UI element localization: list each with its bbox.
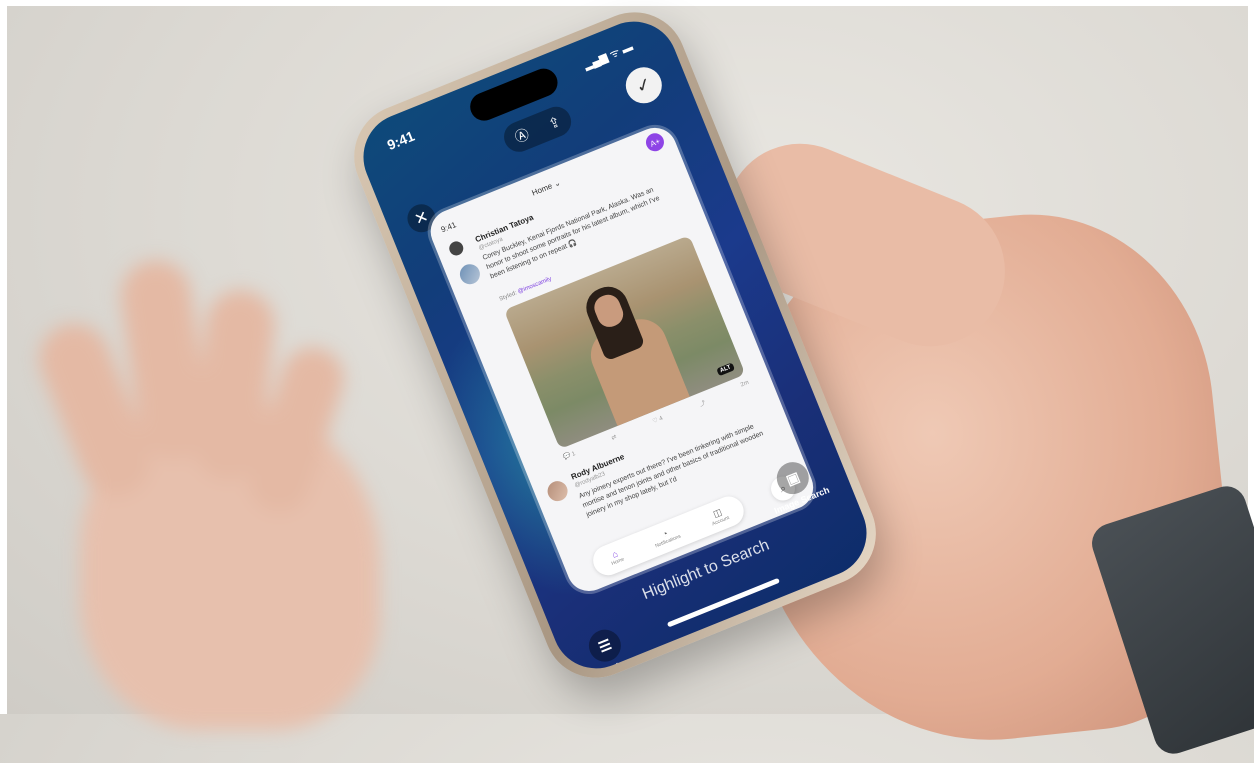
card-time: 9:41 [439, 220, 458, 235]
status-icons: ▂▄▆ ᯤ ▬ [582, 41, 635, 72]
blurred-left-hand [28, 250, 400, 730]
share-icon: ⤴ [698, 400, 707, 409]
markup-icon[interactable]: Ⓐ [512, 124, 532, 148]
like-count: ♡ 4 [651, 415, 664, 426]
avatar [456, 261, 483, 288]
compose-icon: A+ [643, 130, 667, 154]
card-home-menu: Home ⌄ [530, 177, 562, 198]
post-photo: ALT [503, 235, 746, 450]
frame-top [0, 0, 1254, 6]
close-icon: ✕ [412, 208, 432, 230]
post-body: Any joinery experts out there? I've been… [578, 423, 765, 519]
repost-icon: ⇄ [610, 434, 618, 442]
styled-prefix: Styled: [498, 290, 518, 303]
tab-home: ⌂ Home [607, 547, 626, 567]
frame-left [0, 0, 7, 714]
reply-count: 💬 1 [562, 450, 577, 462]
status-time: 9:41 [384, 127, 417, 154]
checkmark-icon: ✓ [632, 72, 655, 97]
tab-account: ◫ Account [707, 504, 730, 527]
avatar [447, 239, 466, 258]
avatar [544, 478, 571, 505]
tab-notifications: ◔ Notifications [651, 524, 681, 549]
alt-badge: ALT [716, 362, 736, 377]
share-icon[interactable]: ⇪ [546, 112, 563, 132]
post-time: 2m [739, 379, 750, 389]
done-button[interactable]: ✓ [620, 61, 668, 109]
